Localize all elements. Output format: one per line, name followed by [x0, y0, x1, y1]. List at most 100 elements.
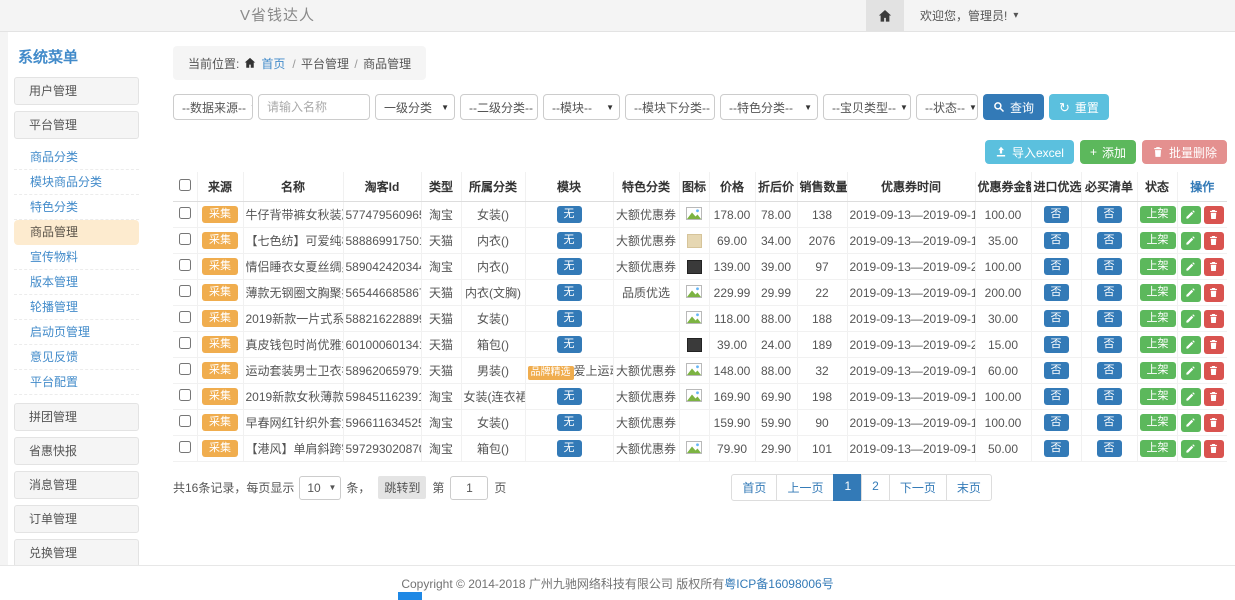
sidebar-item-轮播管理[interactable]: 轮播管理 [14, 295, 139, 320]
add-button[interactable]: + 添加 [1080, 140, 1136, 164]
edit-button[interactable] [1181, 284, 1201, 302]
row-checkbox[interactable] [179, 389, 191, 401]
status-toggle[interactable]: 上架 [1140, 310, 1176, 327]
edit-button[interactable] [1181, 310, 1201, 328]
status-toggle[interactable]: 上架 [1140, 388, 1176, 405]
name-search-input[interactable] [258, 94, 370, 120]
module-badge[interactable]: 无 [557, 258, 582, 275]
must-buy-toggle[interactable]: 否 [1097, 440, 1122, 457]
jump-to-button[interactable]: 跳转到 [378, 476, 426, 499]
row-checkbox[interactable] [179, 207, 191, 219]
edit-button[interactable] [1181, 336, 1201, 354]
delete-button[interactable] [1204, 258, 1224, 276]
reset-button[interactable]: ↻ 重置 [1049, 94, 1109, 120]
status-toggle[interactable]: 上架 [1140, 206, 1176, 223]
page-button-1[interactable]: 1 [833, 474, 862, 501]
import-choice-toggle[interactable]: 否 [1044, 258, 1069, 275]
page-number-input[interactable] [450, 476, 488, 500]
filter-select-模块下分类[interactable]: --模块下分类--▼ [625, 94, 715, 120]
filter-select-特色分类[interactable]: --特色分类--▼ [720, 94, 818, 120]
status-toggle[interactable]: 上架 [1140, 440, 1176, 457]
must-buy-toggle[interactable]: 否 [1097, 232, 1122, 249]
page-button-2[interactable]: 2 [861, 474, 890, 501]
import-choice-toggle[interactable]: 否 [1044, 362, 1069, 379]
filter-select-一级分类[interactable]: 一级分类▼ [375, 94, 455, 120]
delete-button[interactable] [1204, 336, 1224, 354]
sidebar-item-商品分类[interactable]: 商品分类 [14, 145, 139, 170]
edit-button[interactable] [1181, 232, 1201, 250]
module-badge[interactable]: 无 [557, 440, 582, 457]
module-badge[interactable]: 无 [557, 232, 582, 249]
filter-select-状态[interactable]: --状态--▼ [916, 94, 978, 120]
delete-button[interactable] [1204, 284, 1224, 302]
row-checkbox[interactable] [179, 337, 191, 349]
delete-button[interactable] [1204, 388, 1224, 406]
edit-button[interactable] [1181, 440, 1201, 458]
import-choice-toggle[interactable]: 否 [1044, 388, 1069, 405]
status-toggle[interactable]: 上架 [1140, 414, 1176, 431]
filter-select-宝贝类型[interactable]: --宝贝类型--▼ [823, 94, 911, 120]
edit-button[interactable] [1181, 206, 1201, 224]
status-toggle[interactable]: 上架 [1140, 258, 1176, 275]
import-choice-toggle[interactable]: 否 [1044, 284, 1069, 301]
sidebar-item-宣传物料[interactable]: 宣传物料 [14, 245, 139, 270]
status-toggle[interactable]: 上架 [1140, 362, 1176, 379]
module-badge[interactable]: 无 [557, 284, 582, 301]
import-choice-toggle[interactable]: 否 [1044, 414, 1069, 431]
row-checkbox[interactable] [179, 415, 191, 427]
sidebar-group-消息管理[interactable]: 消息管理 [14, 471, 139, 499]
sidebar-group-省惠快报[interactable]: 省惠快报 [14, 437, 139, 465]
sidebar-group-兑换管理[interactable]: 兑换管理 [14, 539, 139, 565]
row-checkbox[interactable] [179, 285, 191, 297]
import-choice-toggle[interactable]: 否 [1044, 440, 1069, 457]
import-choice-toggle[interactable]: 否 [1044, 206, 1069, 223]
import-choice-toggle[interactable]: 否 [1044, 232, 1069, 249]
delete-button[interactable] [1204, 310, 1224, 328]
edit-button[interactable] [1181, 362, 1201, 380]
sidebar-group-平台管理[interactable]: 平台管理 [14, 111, 139, 139]
page-button-下一页[interactable]: 下一页 [889, 474, 947, 501]
import-choice-toggle[interactable]: 否 [1044, 336, 1069, 353]
welcome-user-menu[interactable]: 欢迎您，管理员! [904, 7, 1013, 24]
module-badge[interactable]: 无 [557, 414, 582, 431]
row-checkbox[interactable] [179, 233, 191, 245]
chevron-down-icon[interactable]: ▾ [1013, 10, 1018, 21]
select-all-checkbox[interactable] [179, 179, 191, 191]
page-button-末页[interactable]: 末页 [946, 474, 992, 501]
import-excel-button[interactable]: 导入excel [985, 140, 1074, 164]
page-button-上一页[interactable]: 上一页 [776, 474, 834, 501]
sidebar-item-启动页管理[interactable]: 启动页管理 [14, 320, 139, 345]
must-buy-toggle[interactable]: 否 [1097, 284, 1122, 301]
status-toggle[interactable]: 上架 [1140, 336, 1176, 353]
row-checkbox[interactable] [179, 441, 191, 453]
must-buy-toggle[interactable]: 否 [1097, 414, 1122, 431]
breadcrumb-home-link[interactable]: 首页 [261, 55, 285, 72]
filter-select-数据来源[interactable]: --数据来源--▼ [173, 94, 253, 120]
sidebar-group-拼团管理[interactable]: 拼团管理 [14, 403, 139, 431]
search-button[interactable]: 查询 [983, 94, 1044, 120]
delete-button[interactable] [1204, 206, 1224, 224]
sidebar-group-订单管理[interactable]: 订单管理 [14, 505, 139, 533]
sidebar-item-特色分类[interactable]: 特色分类 [14, 195, 139, 220]
sidebar-group-用户管理[interactable]: 用户管理 [14, 77, 139, 105]
icp-link[interactable]: 粤ICP备16098006号 [724, 575, 833, 592]
batch-delete-button[interactable]: 批量删除 [1142, 140, 1227, 164]
module-badge[interactable]: 无 [557, 310, 582, 327]
delete-button[interactable] [1204, 440, 1224, 458]
row-checkbox[interactable] [179, 259, 191, 271]
must-buy-toggle[interactable]: 否 [1097, 258, 1122, 275]
delete-button[interactable] [1204, 232, 1224, 250]
sidebar-item-平台配置[interactable]: 平台配置 [14, 370, 139, 395]
sidebar-item-版本管理[interactable]: 版本管理 [14, 270, 139, 295]
edit-button[interactable] [1181, 414, 1201, 432]
must-buy-toggle[interactable]: 否 [1097, 388, 1122, 405]
filter-select-二级分类[interactable]: --二级分类--▼ [460, 94, 538, 120]
must-buy-toggle[interactable]: 否 [1097, 362, 1122, 379]
module-badge[interactable]: 无 [557, 336, 582, 353]
sidebar-item-商品管理[interactable]: 商品管理 [14, 220, 139, 245]
module-badge[interactable]: 无 [557, 388, 582, 405]
per-page-select[interactable]: 10 ▼ [299, 476, 341, 500]
edit-button[interactable] [1181, 388, 1201, 406]
home-button[interactable] [866, 0, 904, 31]
module-badge[interactable]: 无 [557, 206, 582, 223]
